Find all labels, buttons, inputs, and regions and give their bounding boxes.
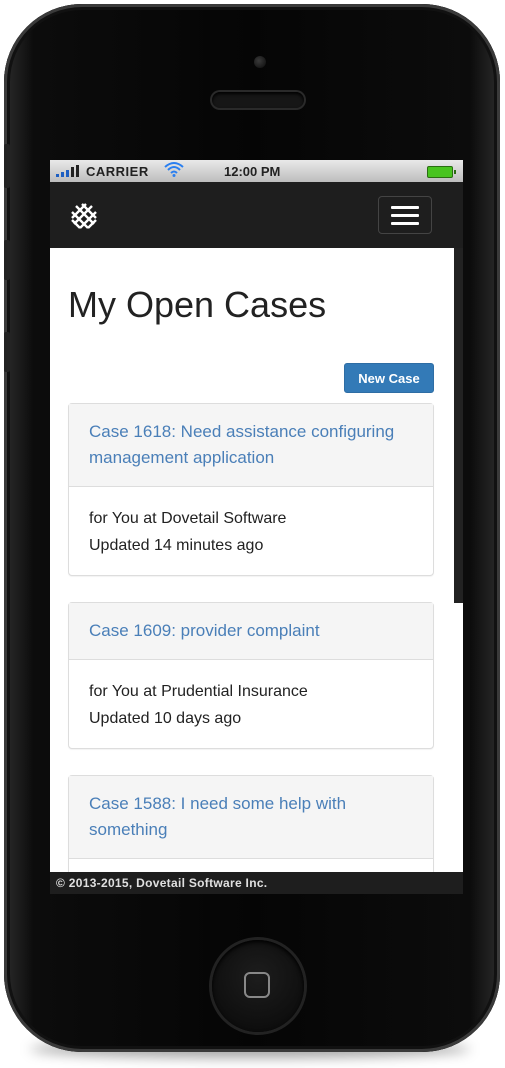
footer-copyright: © 2013-2015, Dovetail Software Inc.: [50, 872, 463, 894]
menu-bar: [391, 221, 419, 225]
case-card-body: for You at Prudential Insurance Updated …: [69, 660, 433, 748]
case-owner: for You at Prudential Insurance: [89, 683, 308, 700]
signal-bars-icon: [56, 165, 79, 177]
scrollbar-track[interactable]: [454, 248, 463, 603]
carrier-label: CARRIER: [86, 164, 149, 179]
case-list: Case 1618: Need assistance configuring m…: [68, 403, 434, 872]
page-title: My Open Cases: [68, 284, 327, 325]
status-bar: CARRIER 12:00 PM: [50, 160, 463, 182]
volume-up-button: [4, 240, 10, 280]
silent-switch: [4, 144, 10, 188]
case-updated: Updated 14 minutes ago: [89, 537, 264, 554]
home-square-icon: [244, 972, 270, 998]
case-title-link[interactable]: Case 1618: Need assistance configuring m…: [89, 422, 394, 467]
home-button[interactable]: [212, 940, 304, 1032]
case-card-body: [69, 859, 433, 872]
case-title-link[interactable]: Case 1588: I need some help with somethi…: [89, 794, 346, 839]
case-card-header: Case 1588: I need some help with somethi…: [69, 776, 433, 859]
case-card: Case 1588: I need some help with somethi…: [68, 775, 434, 872]
new-case-button[interactable]: New Case: [344, 363, 434, 393]
case-updated: Updated 10 days ago: [89, 710, 242, 727]
hamburger-menu-icon[interactable]: [378, 196, 432, 234]
case-card-header: Case 1609: provider complaint: [69, 603, 433, 660]
case-title-link[interactable]: Case 1609: provider complaint: [89, 621, 320, 640]
case-card: Case 1618: Need assistance configuring m…: [68, 403, 434, 576]
main-content: My Open Cases New Case Case 1618: Need a…: [50, 248, 454, 872]
case-card-body: for You at Dovetail Software Updated 14 …: [69, 487, 433, 575]
app-navbar: [50, 182, 463, 248]
case-card: Case 1609: provider complaint for You at…: [68, 602, 434, 749]
earpiece-speaker: [212, 92, 304, 108]
volume-down-button: [4, 332, 10, 372]
case-owner: for You at Dovetail Software: [89, 510, 287, 527]
battery-icon: [427, 166, 456, 178]
front-camera: [254, 56, 266, 68]
menu-bar: [391, 213, 419, 217]
wifi-icon: [164, 161, 184, 180]
menu-bar: [391, 205, 419, 209]
dovetail-logo-icon[interactable]: [68, 200, 100, 232]
phone-screen: CARRIER 12:00 PM My Open Cases New Case …: [50, 160, 463, 894]
status-time: 12:00 PM: [224, 164, 281, 179]
case-card-header: Case 1618: Need assistance configuring m…: [69, 404, 433, 487]
